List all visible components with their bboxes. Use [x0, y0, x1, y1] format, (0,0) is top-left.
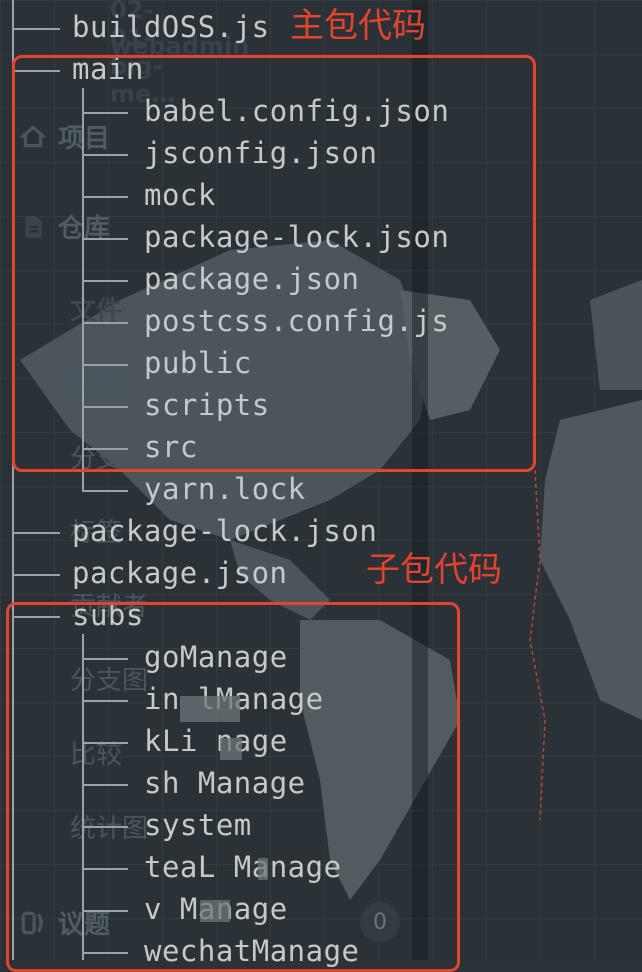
subs-package-highlight-box	[6, 602, 460, 972]
tree-connector	[82, 490, 128, 492]
tree-item-package[interactable]: package.json	[72, 556, 288, 590]
tree-connector	[12, 574, 60, 576]
tree-item-package-lock[interactable]: package-lock.json	[72, 514, 377, 548]
tree-connector	[12, 532, 60, 534]
subs-package-label: 子包代码	[366, 550, 502, 590]
tree-connector	[12, 28, 60, 30]
tree-item-yarn-lock[interactable]: yarn.lock	[144, 472, 306, 506]
main-package-label: 主包代码	[290, 6, 426, 46]
tree-item-buildoss[interactable]: buildOSS.js	[72, 10, 270, 44]
main-package-highlight-box	[12, 55, 536, 472]
